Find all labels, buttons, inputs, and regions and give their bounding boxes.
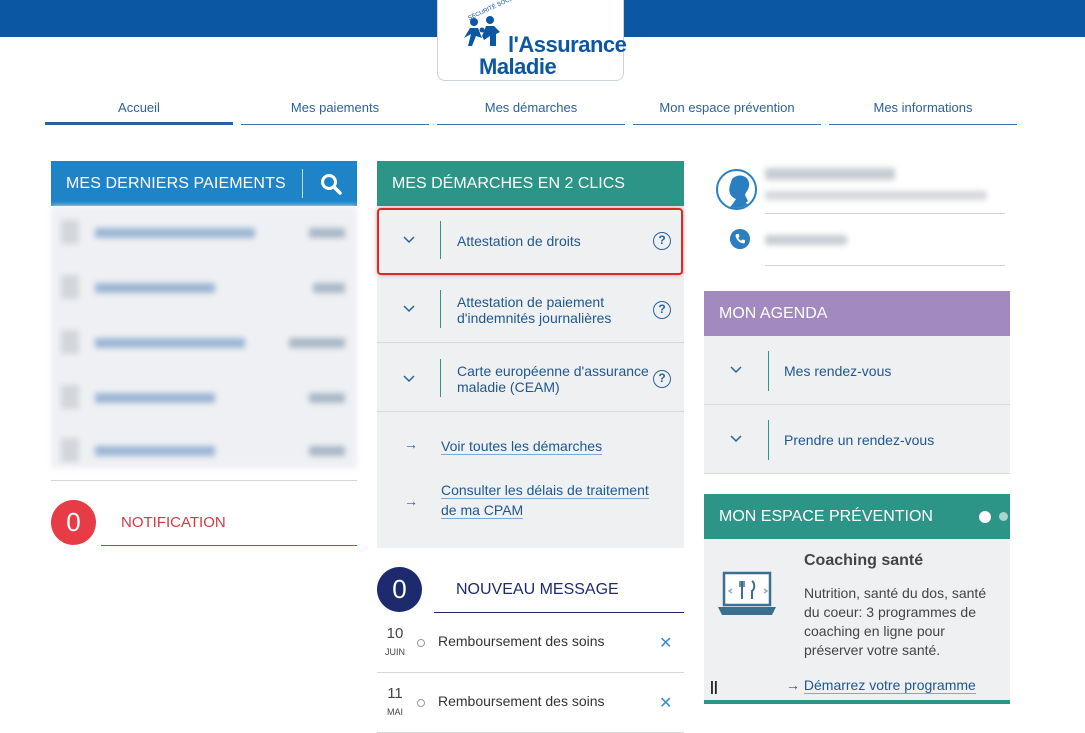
arrow-right-icon: → bbox=[404, 493, 418, 509]
arrow-right-icon: → bbox=[404, 436, 418, 452]
prevention-card-title: Coaching santé bbox=[804, 552, 924, 569]
agenda-header: MON AGENDA bbox=[704, 291, 1010, 336]
message-day: 10 bbox=[386, 625, 404, 642]
message-count-badge[interactable]: 0 bbox=[377, 567, 422, 612]
close-icon[interactable]: ✕ bbox=[659, 693, 672, 713]
payments-divider bbox=[51, 480, 357, 481]
demarche-label: Attestation de paiement d'indemnités jour… bbox=[457, 294, 611, 326]
carousel-dot[interactable] bbox=[999, 512, 1008, 521]
demarche-label-line2: d'indemnités journalières bbox=[457, 310, 612, 326]
item-divider bbox=[768, 420, 769, 460]
help-icon[interactable]: ? bbox=[653, 370, 671, 388]
payment-row[interactable] bbox=[51, 426, 357, 478]
prevention-title: MON ESPACE PRÉVENTION bbox=[719, 508, 933, 525]
link-text-line2: de ma CPAM bbox=[441, 502, 524, 519]
message-day: 11 bbox=[387, 685, 403, 702]
nav-mes-informations[interactable]: Mes informations bbox=[829, 95, 1017, 125]
arrow-right-icon: → bbox=[786, 677, 800, 693]
nav-mes-demarches[interactable]: Mes démarches bbox=[437, 95, 625, 125]
payment-row[interactable] bbox=[51, 208, 357, 260]
payment-row[interactable] bbox=[51, 263, 357, 315]
prevention-header: MON ESPACE PRÉVENTION bbox=[704, 494, 1010, 539]
unread-dot-icon bbox=[417, 639, 425, 647]
agenda-item-mes-rendez-vous[interactable]: Mes rendez-vous bbox=[704, 336, 1010, 405]
message-month: MAI bbox=[386, 707, 403, 717]
payments-header: MES DERNIERS PAIEMENTS bbox=[51, 161, 357, 206]
profile-name-blurred bbox=[765, 168, 895, 180]
demarches-header: MES DÉMARCHES EN 2 CLICS bbox=[377, 161, 684, 206]
agenda-label: Mes rendez-vous bbox=[784, 363, 892, 379]
search-icon[interactable] bbox=[320, 173, 342, 195]
family-figures-logo-icon bbox=[464, 16, 500, 46]
nav-mon-espace-prevention[interactable]: Mon espace prévention bbox=[633, 95, 821, 125]
voir-toutes-demarches-link[interactable]: Voir toutes les démarches bbox=[441, 436, 603, 456]
agenda-label: Prendre un rendez-vous bbox=[784, 432, 935, 448]
close-icon[interactable]: ✕ bbox=[659, 633, 672, 653]
chevron-down-icon bbox=[403, 375, 415, 383]
main-nav: Accueil Mes paiements Mes démarches Mon … bbox=[45, 95, 1017, 125]
payments-list-blurred bbox=[51, 206, 357, 468]
demarche-item-ceam[interactable]: Carte européenne d'assurance maladie (CEA… bbox=[377, 344, 684, 412]
item-divider bbox=[440, 359, 441, 397]
demarche-label-line1: Attestation de paiement bbox=[457, 294, 605, 310]
help-icon[interactable]: ? bbox=[653, 301, 671, 319]
link-text: Voir toutes les démarches bbox=[441, 438, 603, 455]
item-divider bbox=[768, 351, 769, 391]
message-month: JUIN bbox=[385, 647, 405, 657]
payments-header-divider bbox=[302, 169, 303, 198]
profile-details-blurred bbox=[765, 191, 987, 200]
chevron-down-icon bbox=[403, 305, 415, 313]
profile-divider bbox=[765, 265, 1005, 266]
assurance-maladie-logo[interactable]: SÉCURITÉ SOCIALE l'Assurance Maladie bbox=[437, 0, 627, 81]
logo-line2: Maladie bbox=[479, 54, 557, 79]
demarches-title: MES DÉMARCHES EN 2 CLICS bbox=[392, 175, 625, 192]
message-label[interactable]: NOUVEAU MESSAGE bbox=[456, 581, 619, 599]
demarche-label: Carte européenne d'assurance maladie (CEA… bbox=[457, 363, 649, 395]
demarche-label-line2: maladie (CEAM) bbox=[457, 379, 560, 395]
unread-dot-icon bbox=[417, 699, 425, 707]
message-row[interactable]: 10 JUIN Remboursement des soins ✕ bbox=[377, 613, 684, 673]
chevron-down-icon bbox=[730, 435, 742, 443]
message-subject: Remboursement des soins bbox=[438, 693, 605, 709]
link-text: Démarrez votre programme bbox=[803, 677, 976, 694]
demarche-label-line1: Carte européenne d'assurance bbox=[457, 363, 649, 379]
payments-title: MES DERNIERS PAIEMENTS bbox=[66, 175, 286, 192]
prevention-bottom-bar bbox=[704, 700, 1010, 704]
selection-highlight bbox=[377, 208, 683, 275]
phone-icon bbox=[730, 229, 750, 249]
nav-accueil[interactable]: Accueil bbox=[45, 95, 233, 125]
payment-row[interactable] bbox=[51, 373, 357, 425]
item-divider bbox=[440, 290, 441, 328]
profile-divider bbox=[765, 213, 1005, 214]
avatar[interactable] bbox=[716, 169, 757, 210]
demarche-item-attestation-paiement[interactable]: Attestation de paiement d'indemnités jour… bbox=[377, 275, 684, 343]
pause-icon[interactable]: || bbox=[710, 678, 718, 694]
nav-mes-paiements[interactable]: Mes paiements bbox=[241, 95, 429, 125]
notification-underline bbox=[101, 545, 357, 546]
link-text-line1: Consulter les délais de traitement bbox=[441, 482, 649, 499]
delais-traitement-link[interactable]: Consulter les délais de traitement de ma … bbox=[441, 480, 649, 520]
agenda-title: MON AGENDA bbox=[719, 305, 828, 322]
message-row[interactable]: 11 MAI Remboursement des soins ✕ bbox=[377, 673, 684, 733]
carousel-dot-active[interactable] bbox=[979, 511, 991, 523]
payment-row[interactable] bbox=[51, 318, 357, 370]
chevron-down-icon bbox=[730, 366, 742, 374]
profile-phone-blurred bbox=[765, 235, 847, 245]
message-subject: Remboursement des soins bbox=[438, 633, 605, 649]
woman-profile-icon bbox=[729, 175, 752, 208]
notification-label[interactable]: NOTIFICATION bbox=[121, 514, 226, 531]
prevention-card: Coaching santé Nutrition, santé du dos, … bbox=[704, 539, 1010, 700]
demarrez-programme-link[interactable]: → Démarrez votre programme bbox=[786, 677, 976, 694]
notification-count-badge[interactable]: 0 bbox=[51, 500, 96, 545]
agenda-panel: Mes rendez-vous Prendre un rendez-vous bbox=[704, 336, 1010, 474]
laptop-meal-icon bbox=[718, 571, 776, 615]
agenda-item-prendre-rendez-vous[interactable]: Prendre un rendez-vous bbox=[704, 405, 1010, 474]
prevention-card-description: Nutrition, santé du dos, santé du coeur:… bbox=[804, 585, 987, 658]
